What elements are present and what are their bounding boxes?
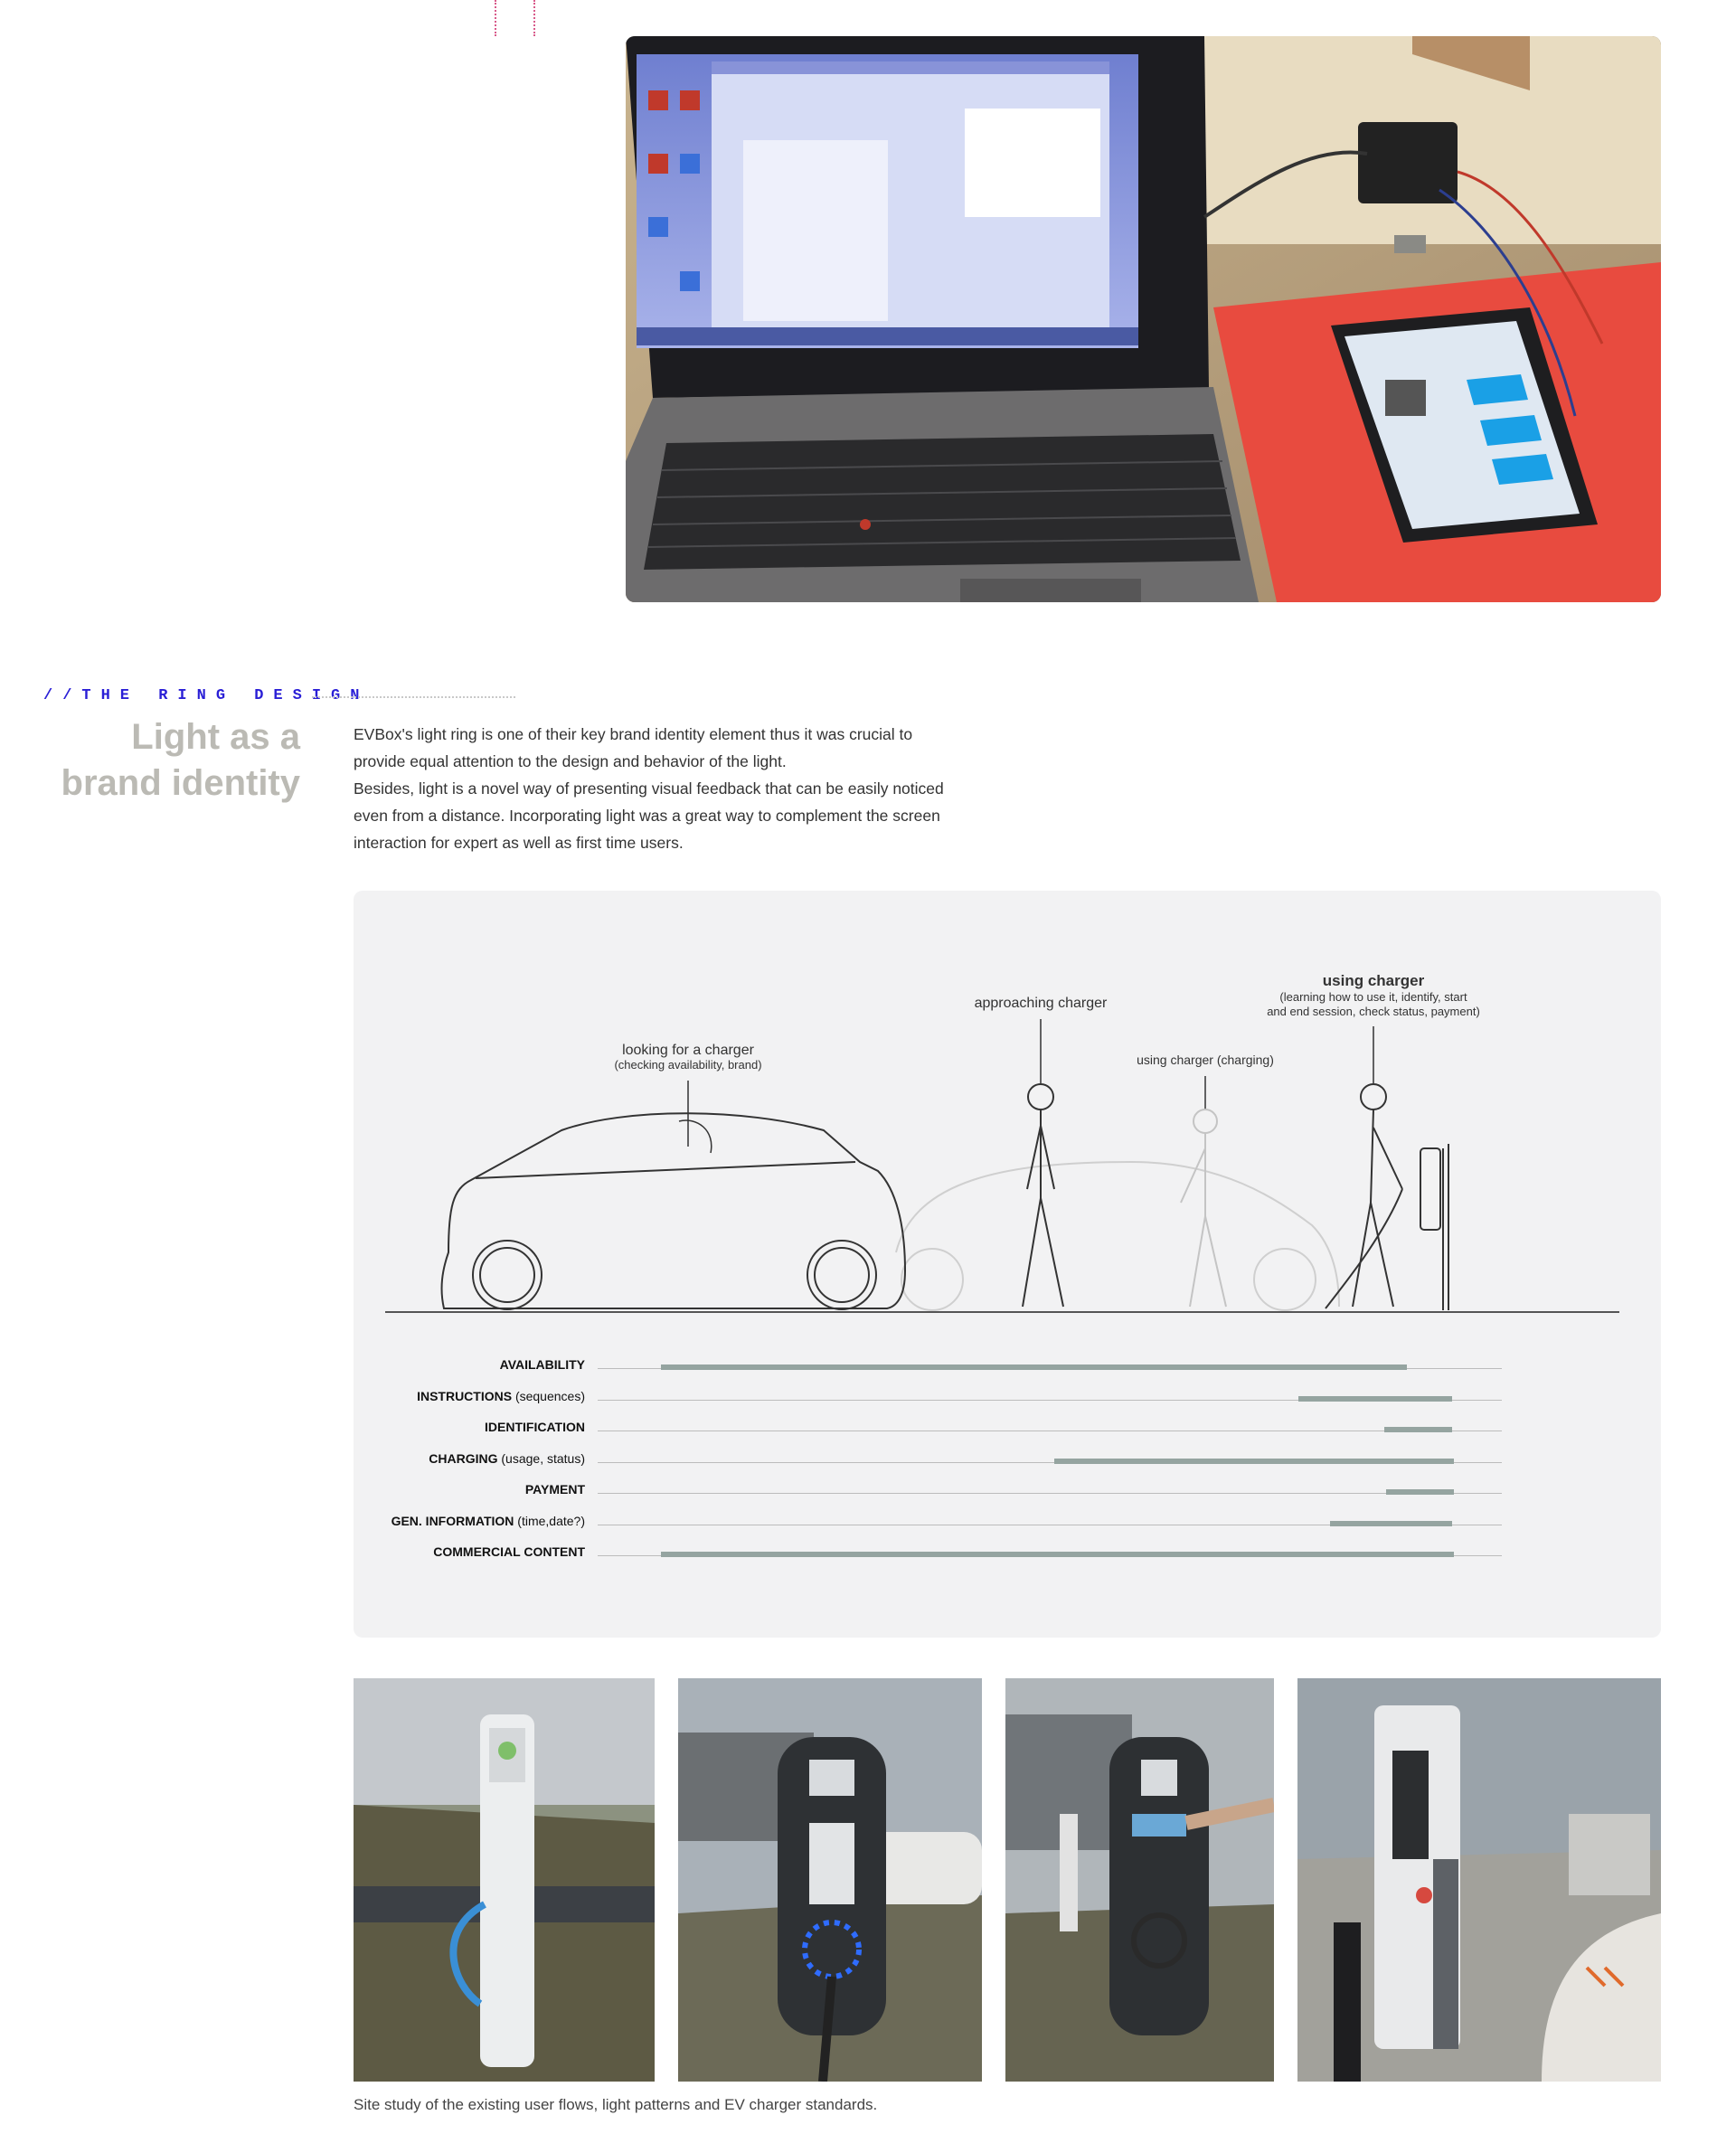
site-photo-2 — [678, 1678, 982, 2082]
charger-post — [1420, 1144, 1449, 1310]
intro-paragraph-1: EVBox's light ring is one of their key b… — [354, 725, 913, 770]
top-divider-mark — [495, 0, 496, 36]
timeline-row-title: COMMERCIAL CONTENT — [433, 1544, 585, 1559]
timeline-row: AVAILABILITY — [354, 1357, 1661, 1379]
label-using-sub-1: (learning how to use it, identify, start — [1279, 990, 1467, 1004]
timeline-row-label: INSTRUCTIONS (sequences) — [417, 1389, 585, 1403]
label-looking-sub: (checking availability, brand) — [614, 1058, 761, 1072]
timeline-row-detail: (usage, status) — [497, 1450, 585, 1466]
user-journey-diagram: looking for a charger (checking availabi… — [354, 891, 1661, 1638]
timeline-row-title: AVAILABILITY — [499, 1357, 585, 1372]
prototype-setup-illustration — [626, 36, 1661, 602]
timeline-bar — [1384, 1427, 1452, 1432]
top-divider-mark — [533, 0, 535, 36]
timeline-row-title: INSTRUCTIONS — [417, 1388, 513, 1403]
section-intro: EVBox's light ring is one of their key b… — [354, 721, 950, 856]
photo-caption: Site study of the existing user flows, l… — [354, 2096, 878, 2113]
timeline-row-detail: (time,date?) — [514, 1513, 585, 1528]
label-using: using charger — [1323, 972, 1425, 989]
section-title-line-2: brand identity — [61, 763, 300, 803]
timeline-bar — [1386, 1489, 1454, 1495]
timeline-row-title: CHARGING — [429, 1450, 498, 1466]
faded-car — [895, 1160, 1340, 1311]
timeline-bar — [1298, 1395, 1452, 1402]
timeline-bar — [1330, 1520, 1452, 1526]
car-outline — [440, 1112, 907, 1310]
timeline-row-label: AVAILABILITY — [500, 1357, 585, 1372]
person-charging — [1180, 1109, 1227, 1308]
timeline-bar — [1054, 1458, 1454, 1464]
site-photo-4 — [1297, 1678, 1661, 2082]
prototype-setup-photo — [626, 36, 1661, 602]
label-looking: looking for a charger — [622, 1043, 755, 1058]
timeline-row-label: GEN. INFORMATION (time,date?) — [392, 1514, 585, 1528]
timeline-row-title: IDENTIFICATION — [485, 1420, 585, 1434]
timeline-track — [598, 1493, 1502, 1494]
person-walking — [1022, 1083, 1064, 1308]
timeline-bar — [661, 1552, 1454, 1557]
timeline-row: IDENTIFICATION — [354, 1420, 1661, 1441]
label-using-charging: using charger (charging) — [1137, 1053, 1274, 1067]
timeline-row-label: COMMERCIAL CONTENT — [433, 1544, 585, 1559]
section-title-line-1: Light as a — [131, 717, 300, 757]
timeline-row: CHARGING (usage, status) — [354, 1451, 1661, 1473]
timeline-row-title: PAYMENT — [524, 1482, 585, 1497]
timeline-row-label: PAYMENT — [525, 1482, 585, 1497]
timeline-row-detail: (sequences) — [512, 1388, 585, 1403]
timeline-bar — [661, 1364, 1407, 1370]
section-title: Light as a brand identity — [36, 714, 300, 807]
site-photo-3 — [1005, 1678, 1274, 2082]
timeline-row-title: GEN. INFORMATION — [391, 1513, 514, 1528]
timeline-row: PAYMENT — [354, 1482, 1661, 1504]
timeline-row: COMMERCIAL CONTENT — [354, 1544, 1661, 1566]
section-tag-divider — [312, 696, 515, 698]
label-approaching: approaching charger — [975, 996, 1108, 1011]
label-using-sub-2: and end session, check status, payment) — [1267, 1005, 1480, 1018]
intro-paragraph-2: Besides, light is a novel way of present… — [354, 779, 944, 852]
timeline-row-label: CHARGING (usage, status) — [429, 1451, 585, 1466]
timeline-row-label: IDENTIFICATION — [485, 1420, 585, 1434]
timeline-row: GEN. INFORMATION (time,date?) — [354, 1514, 1661, 1535]
timeline-row: INSTRUCTIONS (sequences) — [354, 1389, 1661, 1411]
site-photo-1 — [354, 1678, 655, 2082]
